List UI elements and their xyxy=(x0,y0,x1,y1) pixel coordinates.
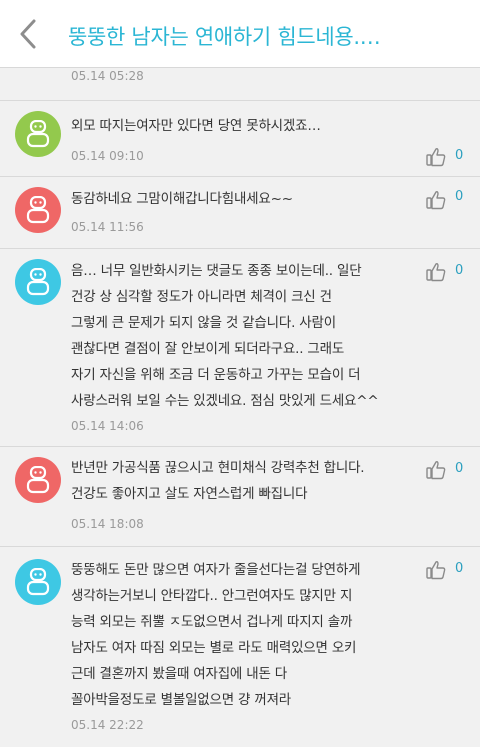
comment-item: 음… 너무 일반화시키는 댓글도 종종 보이는데.. 일단 건강 상 심각할 정… xyxy=(0,249,480,447)
like-count: 0 xyxy=(455,263,464,278)
avatar[interactable] xyxy=(15,187,61,233)
like-count: 0 xyxy=(455,189,464,204)
comment-item: 동감하네요 그맘이해갑니다힘내세요~~ 05.14 11:56 0 xyxy=(0,177,480,249)
like-button[interactable] xyxy=(425,146,447,168)
comment-time: 05.14 18:08 xyxy=(71,517,144,531)
like-button[interactable] xyxy=(425,459,447,481)
person-icon xyxy=(26,196,50,224)
avatar[interactable] xyxy=(15,111,61,157)
comment-item: 외모 따지는여자만 있다면 당연 못하시겠죠… 05.14 09:10 0 xyxy=(0,101,480,177)
like-button[interactable] xyxy=(425,189,447,211)
comment-text: 뚱뚱해도 돈만 많으면 여자가 줄을선다는걸 당연하게 생각하는거보니 안타깝다… xyxy=(71,562,361,708)
thumbs-up-icon xyxy=(426,561,446,580)
like-button[interactable] xyxy=(425,559,447,581)
avatar[interactable] xyxy=(15,259,61,305)
avatar[interactable] xyxy=(15,457,61,503)
like-count: 0 xyxy=(455,148,464,163)
comment-text: 동감하네요 그맘이해갑니다힘내세요~~ xyxy=(71,191,293,207)
comment-time: 05.14 09:10 xyxy=(71,149,144,163)
comment-time: 05.14 11:56 xyxy=(71,220,144,234)
like-count: 0 xyxy=(455,461,464,476)
comment-text: 반년만 가공식품 끊으시고 현미채식 강력추천 합니다. 건강도 좋아지고 살도… xyxy=(71,460,365,502)
comment-text: 외모 따지는여자만 있다면 당연 못하시겠죠… xyxy=(71,118,321,134)
chevron-left-icon xyxy=(20,19,36,49)
person-icon xyxy=(26,268,50,296)
avatar[interactable] xyxy=(15,559,61,605)
page-title: 뚱뚱한 남자는 연애하기 힘드네용.… xyxy=(68,25,381,49)
person-icon xyxy=(26,466,50,494)
back-button[interactable] xyxy=(14,16,44,52)
previous-comment-time: 05.14 05:28 xyxy=(0,68,480,101)
like-button[interactable] xyxy=(425,261,447,283)
thumbs-up-icon xyxy=(426,191,446,210)
comment-time: 05.14 14:06 xyxy=(71,419,144,433)
comment-item: 뚱뚱해도 돈만 많으면 여자가 줄을선다는걸 당연하게 생각하는거보니 안타깝다… xyxy=(0,547,480,747)
comment-list: 05.14 05:28 외모 따지는여자만 있다면 당연 못하시겠죠… 05.1… xyxy=(0,68,480,747)
person-icon xyxy=(26,568,50,596)
person-icon xyxy=(26,120,50,148)
thumbs-up-icon xyxy=(426,148,446,167)
comment-time: 05.14 22:22 xyxy=(71,718,144,732)
thumbs-up-icon xyxy=(426,263,446,282)
thumbs-up-icon xyxy=(426,461,446,480)
comment-text: 음… 너무 일반화시키는 댓글도 종종 보이는데.. 일단 건강 상 심각할 정… xyxy=(71,263,379,409)
like-count: 0 xyxy=(455,561,464,576)
comment-item: 반년만 가공식품 끊으시고 현미채식 강력추천 합니다. 건강도 좋아지고 살도… xyxy=(0,447,480,547)
top-app-bar: 뚱뚱한 남자는 연애하기 힘드네용.… xyxy=(0,0,480,68)
